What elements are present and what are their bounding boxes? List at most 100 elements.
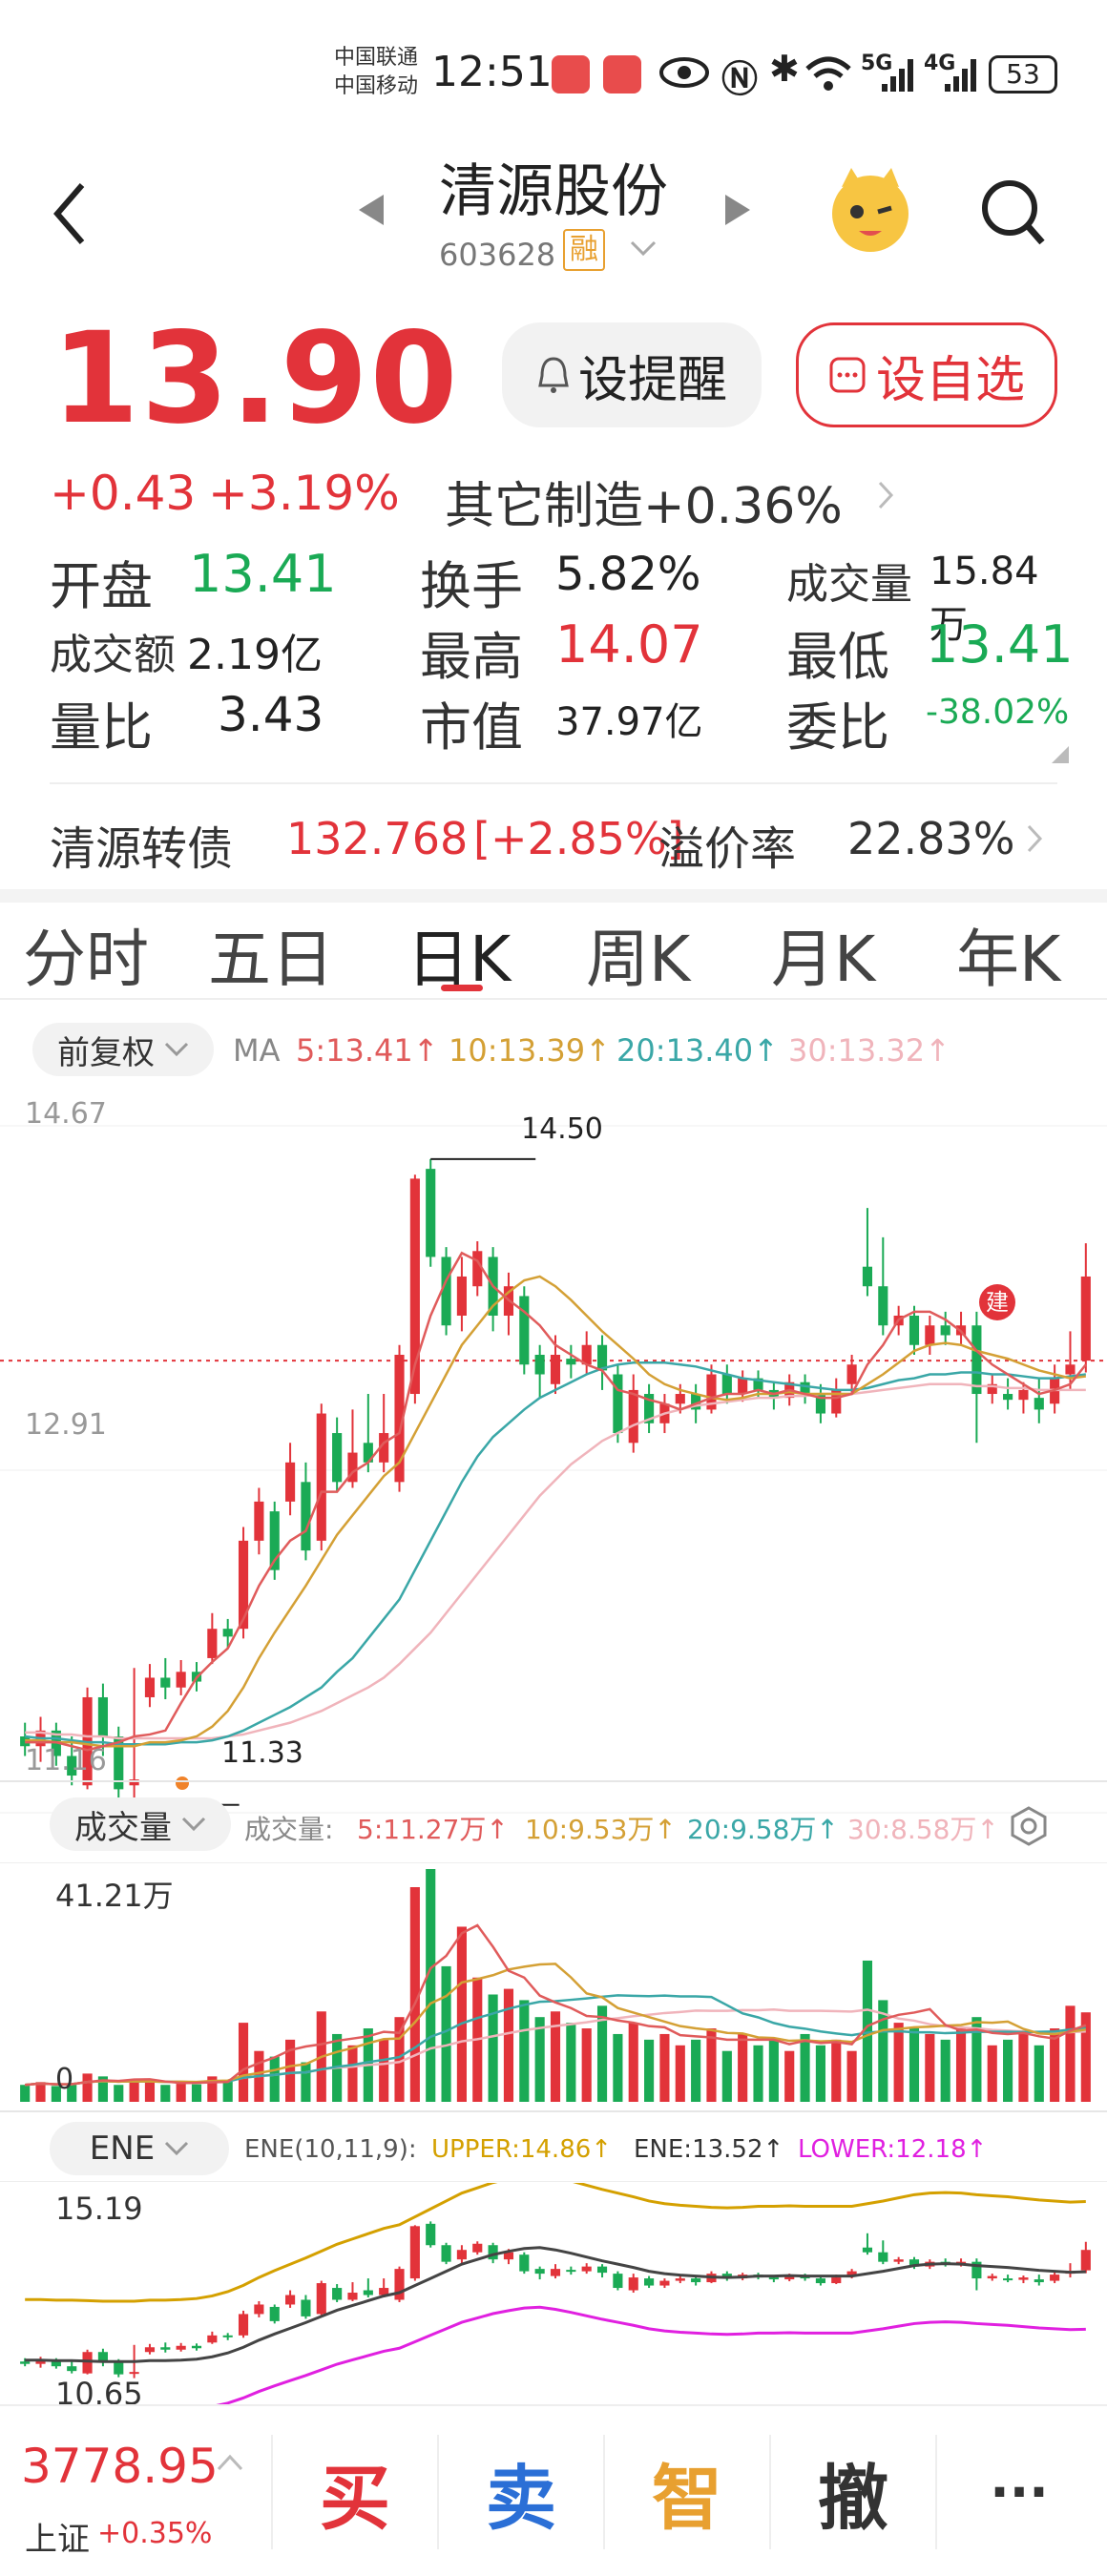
- indicator-dropdown-ene[interactable]: ENE: [50, 2122, 229, 2175]
- ene-candle-body: [675, 2278, 685, 2281]
- price-change: +0.43: [50, 466, 197, 521]
- volume-bar: [144, 2082, 156, 2102]
- candle-body: [909, 1315, 920, 1345]
- mascot-icon[interactable]: [823, 162, 918, 258]
- candle-body: [878, 1286, 888, 1326]
- ene-candle-body: [628, 2277, 638, 2291]
- stat-low-value: 13.41: [926, 614, 1074, 675]
- volume-bar: [613, 2033, 623, 2102]
- candle-body: [160, 1677, 171, 1688]
- stat-low-label: 最低: [786, 627, 889, 687]
- volume-bar: [846, 2050, 857, 2102]
- ene-candle-body: [691, 2278, 701, 2283]
- ene-candle-body: [659, 2280, 670, 2286]
- kline-chart[interactable]: [0, 1088, 1107, 1841]
- candle-body: [332, 1433, 343, 1483]
- add-watchlist-label: 设自选: [875, 351, 1025, 409]
- period-tabs: 分时 五日 日K 周K 月K 年K: [0, 897, 1107, 1002]
- bond-name[interactable]: 清源转债: [50, 811, 233, 878]
- event-dot[interactable]: [176, 1776, 189, 1790]
- ene-candle-body: [409, 2226, 420, 2279]
- high-marker-label: 14.50: [521, 1112, 603, 1146]
- search-icon[interactable]: [979, 176, 1048, 252]
- ene-candle-body: [878, 2252, 888, 2262]
- chevron-down-icon: [181, 1817, 206, 1832]
- volume-bar: [925, 2033, 935, 2102]
- position-marker[interactable]: 建: [979, 1284, 1015, 1320]
- add-watchlist-button[interactable]: 设自选: [796, 322, 1057, 427]
- ene-mid: ENE:13.52↑: [634, 2135, 784, 2164]
- prev-stock-icon[interactable]: [355, 191, 387, 229]
- volume-bar: [721, 2050, 732, 2102]
- buy-button[interactable]: 买: [273, 2427, 437, 2557]
- chevron-right-icon[interactable]: [1025, 822, 1044, 855]
- adjust-dropdown[interactable]: 前复权: [32, 1023, 214, 1076]
- stat-market-cap-label: 市值: [420, 697, 523, 758]
- candle-body: [721, 1374, 732, 1395]
- ene-candle-body: [893, 2259, 904, 2262]
- volume-bar: [519, 2000, 530, 2102]
- volume-bar: [815, 2045, 825, 2102]
- smart-button[interactable]: 智: [605, 2427, 769, 2557]
- battery-indicator: 53: [989, 55, 1057, 93]
- candle-body: [613, 1374, 623, 1434]
- tab-weekly-k[interactable]: 周K: [586, 908, 690, 1000]
- volume-bar: [176, 2084, 186, 2102]
- candle-body: [550, 1355, 561, 1384]
- ene-candle-body: [394, 2269, 405, 2300]
- bond-premium-value: 22.83%: [847, 813, 1015, 864]
- tab-monthly-k[interactable]: 月K: [771, 908, 875, 1000]
- ma10-legend: 10:13.39↑: [449, 1032, 611, 1069]
- tab-five-day[interactable]: 五日: [208, 908, 334, 1000]
- candle-body: [675, 1394, 685, 1404]
- settings-icon[interactable]: [1008, 1805, 1050, 1847]
- chevron-right-icon[interactable]: [876, 479, 895, 511]
- divider: [0, 998, 1107, 1000]
- stat-volume-label: 成交量: [786, 560, 912, 609]
- candle-body: [301, 1482, 311, 1551]
- volume-bar: [301, 2062, 311, 2102]
- ene-chart[interactable]: [0, 2183, 1107, 2404]
- back-icon[interactable]: [50, 181, 88, 246]
- sector-change-link[interactable]: 其它制造+0.36%: [445, 466, 843, 537]
- adjust-label: 前复权: [57, 1033, 155, 1072]
- divider: [50, 782, 1057, 784]
- expand-corner-icon[interactable]: [1050, 744, 1071, 765]
- y-axis-mid: 12.91: [25, 1408, 107, 1442]
- candle-body: [1003, 1394, 1013, 1401]
- stat-open-value: 13.41: [189, 544, 337, 604]
- chart-area: 前复权 MA 5:13.41↑ 10:13.39↑ 20:13.40↑ 30:1…: [0, 1011, 1107, 2404]
- volume-bar: [753, 2045, 763, 2102]
- chevron-up-icon[interactable]: [216, 2452, 244, 2473]
- ene-candle-body: [831, 2277, 842, 2284]
- ene-candle-body: [581, 2266, 592, 2272]
- volume-bar: [488, 1994, 498, 2102]
- candle-body: [316, 1413, 326, 1541]
- more-button[interactable]: ···: [937, 2427, 1101, 2557]
- stat-vol-ratio-label: 量比: [50, 697, 153, 758]
- cancel-order-button[interactable]: 撤: [771, 2427, 935, 2557]
- chevron-down-icon[interactable]: [630, 239, 657, 258]
- ene-candle-body: [472, 2243, 483, 2253]
- volume-bar: [738, 2033, 748, 2102]
- sell-button[interactable]: 卖: [439, 2427, 603, 2557]
- ene-candle-body: [363, 2290, 373, 2296]
- chevron-down-icon: [164, 1042, 189, 1057]
- tab-yearly-k[interactable]: 年K: [956, 908, 1060, 1000]
- volume-bar: [644, 2039, 655, 2102]
- vol-ma30-legend: 30:8.58万↑: [847, 1814, 999, 1845]
- bond-change: [+2.85%]: [473, 813, 684, 864]
- next-stock-icon[interactable]: [721, 191, 754, 229]
- vol-ma20-legend: 20:9.58万↑: [687, 1814, 839, 1845]
- low-marker-label: 11.33: [221, 1736, 303, 1770]
- set-alert-label: 设提醒: [577, 351, 727, 409]
- volume-prefix: 成交量:: [244, 1814, 334, 1845]
- ene-candle-body: [285, 2295, 296, 2305]
- indicator-dropdown-volume[interactable]: 成交量: [50, 1797, 231, 1851]
- current-price: 13.90: [52, 305, 460, 452]
- ene-title: ENE: [89, 2129, 156, 2168]
- set-alert-button[interactable]: 设提醒: [502, 322, 762, 427]
- tab-intraday[interactable]: 分时: [23, 908, 149, 1000]
- index-value[interactable]: 3778.95: [21, 2439, 219, 2494]
- candle-body: [472, 1251, 483, 1287]
